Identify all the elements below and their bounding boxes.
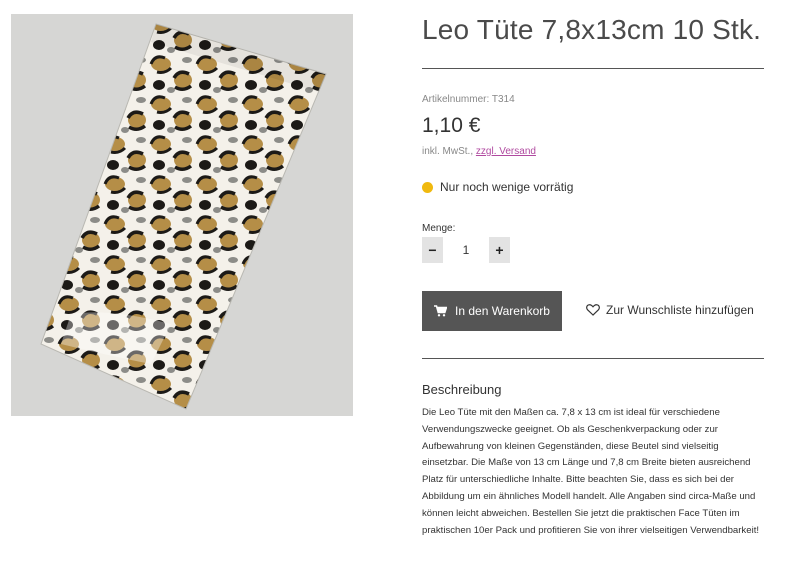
title-divider	[422, 68, 764, 69]
add-to-cart-label: In den Warenkorb	[455, 304, 550, 318]
description-heading: Beschreibung	[422, 382, 502, 397]
quantity-increase-button[interactable]: +	[489, 237, 510, 263]
stock-status: Nur noch wenige vorrätig	[422, 180, 573, 194]
tax-info: inkl. MwSt., zzgl. Versand	[422, 146, 536, 157]
description-divider	[422, 358, 764, 359]
add-to-cart-button[interactable]: In den Warenkorb	[422, 291, 562, 331]
stock-status-label: Nur noch wenige vorrätig	[440, 180, 574, 194]
product-price: 1,10 €	[422, 114, 481, 137]
quantity-label: Menge:	[422, 223, 456, 234]
add-to-wishlist-button[interactable]: Zur Wunschliste hinzufügen	[586, 303, 754, 317]
add-to-wishlist-label: Zur Wunschliste hinzufügen	[606, 303, 754, 317]
quantity-input[interactable]: 1	[443, 243, 489, 257]
tax-prefix: inkl. MwSt.,	[422, 146, 474, 157]
stock-indicator-icon	[422, 181, 433, 193]
quantity-stepper: − 1 +	[422, 237, 510, 263]
heart-icon	[586, 304, 600, 316]
article-number: Artikelnummer: T314	[422, 94, 515, 105]
product-image[interactable]	[11, 14, 353, 416]
description-text: Die Leo Tüte mit den Maßen ca. 7,8 x 13 …	[422, 407, 760, 536]
product-title: Leo Tüte 7,8x13cm 10 Stk.	[422, 14, 762, 45]
quantity-decrease-button[interactable]: −	[422, 237, 443, 263]
shipping-link[interactable]: zzgl. Versand	[476, 146, 536, 157]
cart-icon	[434, 305, 448, 317]
